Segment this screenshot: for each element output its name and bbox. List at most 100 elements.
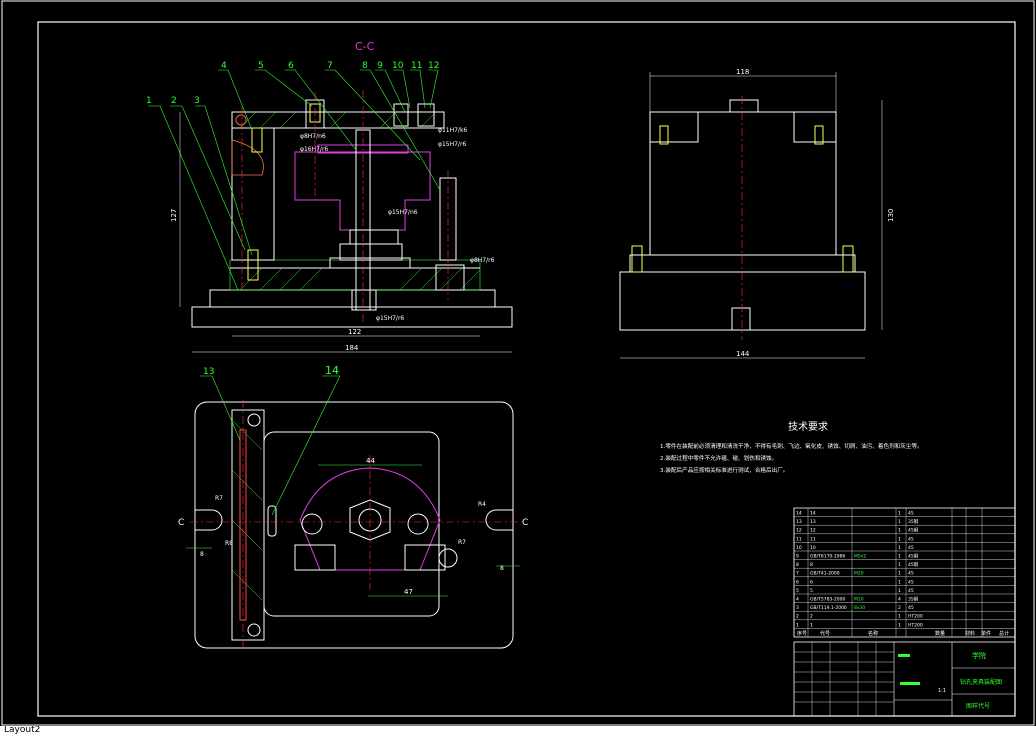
bom-cell: 1 [898,519,901,525]
bom-cell: M20 [854,571,864,577]
cad-drawing-canvas[interactable]: C-C 1 2 3 4 5 6 7 8 9 10 11 12 φ11H7/k6 … [0,0,1036,736]
bom-cell: 3 [796,605,799,611]
bom-header-cell: 数量 [935,630,945,637]
bom-cell: 35钢 [908,518,919,525]
part-label-7: 7 [327,61,333,71]
bom-cell: M5x2 [854,554,866,560]
bom-row: 1 1 1 HT200 [796,622,923,628]
bom-cell: 45 [908,511,914,517]
bom-cell: 45钢 [908,527,919,534]
front-section-view: C-C 1 2 3 4 5 6 7 8 9 10 11 12 φ11H7/k6 … [146,40,513,353]
bom-cell: 1 [898,536,901,542]
dim-plan-47: 47 [404,588,413,596]
bom-cell: 1 [898,554,901,560]
bom-cell: 35钢 [908,596,919,603]
bom-cell: 1 [898,579,901,585]
part-label-14: 14 [325,364,339,377]
fit-note: φ15H7/n6 [388,209,418,216]
part-label-12: 12 [428,61,439,71]
fit-note: φ11H7/k6 [438,127,467,134]
dim-side-width: 144 [736,350,750,358]
bom-cell: 1 [898,545,901,551]
bom-cell: 7 [796,571,799,577]
bom-cell: 10 [796,545,802,551]
bom-cell: 11 [810,536,816,542]
bom-cell: 45钢 [908,553,919,560]
tech-item-2: 2.装配过程中零件不允许磕、碰、划伤和锈蚀。 [660,454,777,462]
bom-cell: 45 [908,588,914,594]
bom-cell: 14 [796,511,802,517]
dim-side-height: 130 [887,209,895,222]
part-label-10: 10 [392,61,404,71]
dim-plan-r7b: R7 [458,539,466,546]
dim-plan-8: 8 [200,551,204,558]
bom-cell: GB/T6170-1986 [810,554,846,560]
bom-cell: 1 [898,511,901,517]
tech-item-1: 1.零件在装配前必须清理和清洗干净，不得有毛刺、飞边、氧化皮、锈蚀、切屑、油污、… [660,442,923,450]
bom-cell: 8 [810,562,813,568]
dim-plan-r8: R8 [225,540,233,547]
bom-cell: M10 [854,597,864,603]
bom-header-cell: 总计 [999,630,1009,637]
part-label-8: 8 [362,61,368,71]
part-label-3: 3 [194,96,200,106]
tech-item-3: 3.装配后产品应按相关标准进行测试，合格后出厂。 [660,466,788,474]
bom-cell: 45 [908,536,914,542]
bom-cell: GB/T119.1-2000 [810,605,847,611]
bom-cell: 1 [898,571,901,577]
bom-cell: 12 [810,528,816,534]
bom-header-cell: 名称 [868,630,878,637]
tech-title: 技术要求 [788,420,828,433]
dim-plan-r4: R4 [478,501,486,508]
plan-view: 13 14 44 47 R7 R8 R4 R7 8 8 C C [178,364,528,650]
bom-row: 9 GB/T6170-1986 M5x2 1 45钢 [796,553,919,560]
bom-cell: 6 [810,579,813,585]
bom-cell: 2 [898,605,901,611]
part-label-11: 11 [411,61,422,71]
bom-cell: 10 [810,545,816,551]
part-label-2: 2 [171,96,177,106]
part-label-4: 4 [221,61,227,71]
dim-plan-r7: R7 [215,495,223,502]
bom-row: 2 2 1 HT200 [796,614,923,620]
bom-cell: 1 [898,562,901,568]
bom-cell: 5 [796,588,799,594]
layout-tab[interactable]: Layout2 [0,725,1036,736]
dim-front-inner: 122 [348,328,361,336]
bom-cell: GB/T5783-2000 [810,597,846,603]
title-drawing-no: 图样代号 [966,702,990,710]
bom-header-cell: 代号 [820,630,830,637]
section-title: C-C [355,40,375,53]
part-label-9: 9 [377,61,383,71]
bom-row: 13 13 1 35钢 [796,518,919,525]
bom-cell: 14 [810,511,816,517]
bom-cell: 9 [796,554,799,560]
bom-cell: 1 [898,614,901,620]
drawing-frame [37,21,1016,717]
bom-cell: HT200 [908,614,923,620]
section-mark-left: C [178,518,184,528]
bom-row: 8 8 1 45钢 [796,561,919,568]
bom-cell: 1 [810,622,813,628]
bom-cell: 4 [898,597,901,603]
bom-cell: HT200 [908,622,923,628]
side-view: 118 130 144 [619,68,895,359]
bom-row: 4 GB/T5783-2000 M10 4 35钢 [796,596,919,603]
bill-of-materials-table: 14 14 1 4513 13 1 35钢12 12 1 45钢11 11 1 4510 10 1 459 GB… [793,507,1016,638]
part-label-6: 6 [288,61,294,71]
bom-cell: 45 [908,545,914,551]
dim-front-width: 184 [345,344,359,352]
bom-cell: 2 [810,614,813,620]
bom-header-cell: 材料 [965,630,975,637]
bom-cell: 6 [796,579,799,585]
bom-cell: 2 [796,614,799,620]
bom-cell: 1 [898,588,901,594]
bom-cell: 13 [796,519,802,525]
bom-cell: 1 [796,622,799,628]
bom-cell: 45 [908,579,914,585]
bom-row: 12 12 1 45钢 [796,527,919,534]
bom-header-cell: 单件 [981,630,991,637]
bom-cell: 13 [810,519,816,525]
dim-plan-8b: 8 [500,565,504,572]
title-block: 学院 钻孔夹具装配图 图样代号 1:1 [793,641,1016,717]
